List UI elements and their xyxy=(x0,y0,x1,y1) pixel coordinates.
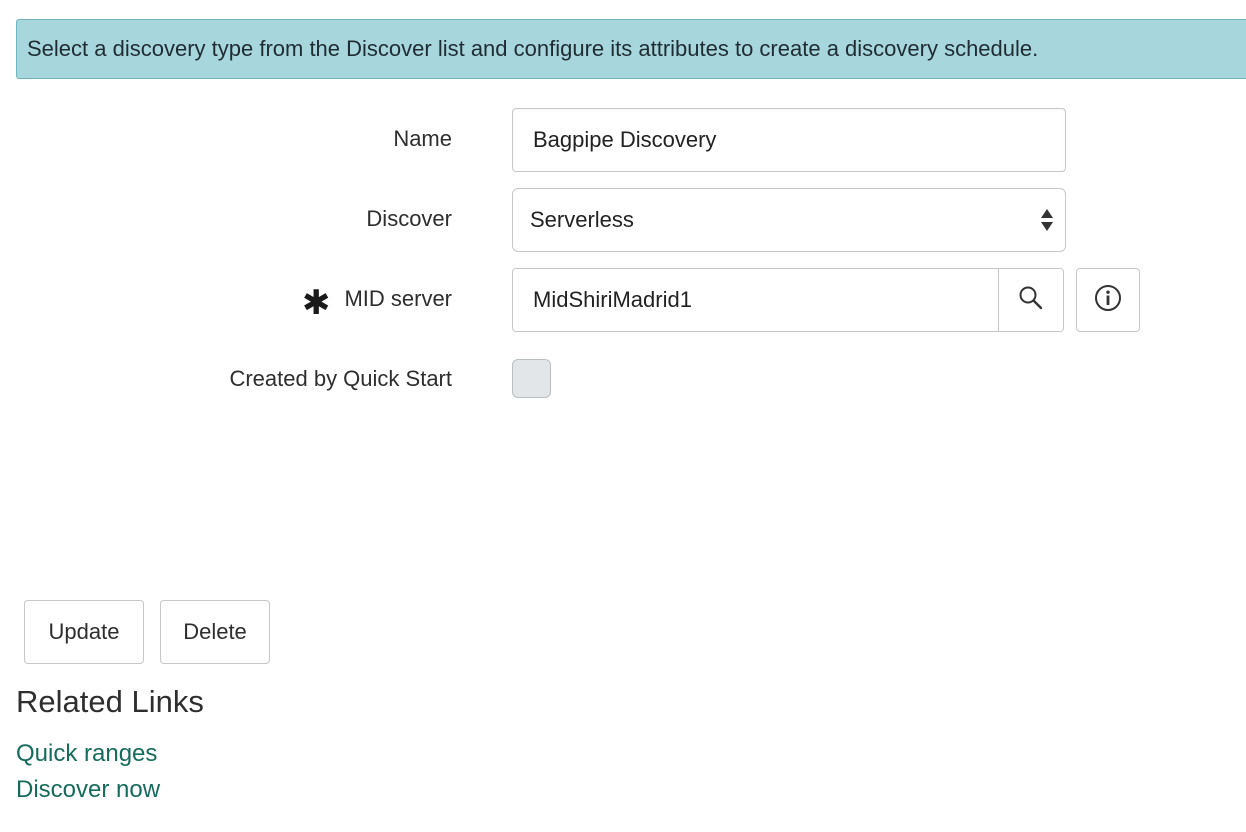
related-links-title: Related Links xyxy=(16,684,204,719)
created-by-quick-start-label-text: Created by Quick Start xyxy=(229,366,452,391)
delete-button[interactable]: Delete xyxy=(160,600,270,664)
search-icon xyxy=(1018,285,1044,316)
discover-select-value: Serverless xyxy=(530,207,634,232)
name-label: Name xyxy=(393,124,452,154)
mid-server-info-button[interactable] xyxy=(1076,268,1140,332)
info-banner: Select a discovery type from the Discove… xyxy=(16,19,1246,79)
name-input-value: Bagpipe Discovery xyxy=(533,127,717,152)
name-input[interactable]: Bagpipe Discovery xyxy=(512,108,1066,172)
name-label-text: Name xyxy=(393,126,452,151)
required-asterisk-icon: ✱ xyxy=(301,284,331,322)
update-button[interactable]: Update xyxy=(24,600,144,664)
delete-button-label: Delete xyxy=(183,619,247,644)
created-by-quick-start-label: Created by Quick Start xyxy=(229,364,452,394)
info-icon xyxy=(1094,284,1122,317)
mid-server-lookup: MidShiriMadrid1 xyxy=(512,268,1064,332)
discover-label-text: Discover xyxy=(366,206,452,231)
mid-server-input-value: MidShiriMadrid1 xyxy=(533,287,692,312)
discover-select[interactable]: Serverless xyxy=(512,188,1066,252)
mid-server-label-text: MID server xyxy=(344,286,452,311)
mid-server-label: ✱ MID server xyxy=(302,284,452,320)
update-button-label: Update xyxy=(48,619,120,644)
mid-server-lookup-button[interactable] xyxy=(998,269,1063,331)
updown-arrows-icon xyxy=(1040,208,1054,232)
info-banner-message: Select a discovery type from the Discove… xyxy=(27,36,1039,61)
related-link-quick-ranges[interactable]: Quick ranges xyxy=(16,740,157,768)
created-by-quick-start-checkbox[interactable] xyxy=(512,359,551,398)
related-link-discover-now[interactable]: Discover now xyxy=(16,776,160,804)
discover-label: Discover xyxy=(366,204,452,234)
discovery-schedule-form-page: Select a discovery type from the Discove… xyxy=(0,0,1246,832)
mid-server-input[interactable]: MidShiriMadrid1 xyxy=(513,269,998,331)
